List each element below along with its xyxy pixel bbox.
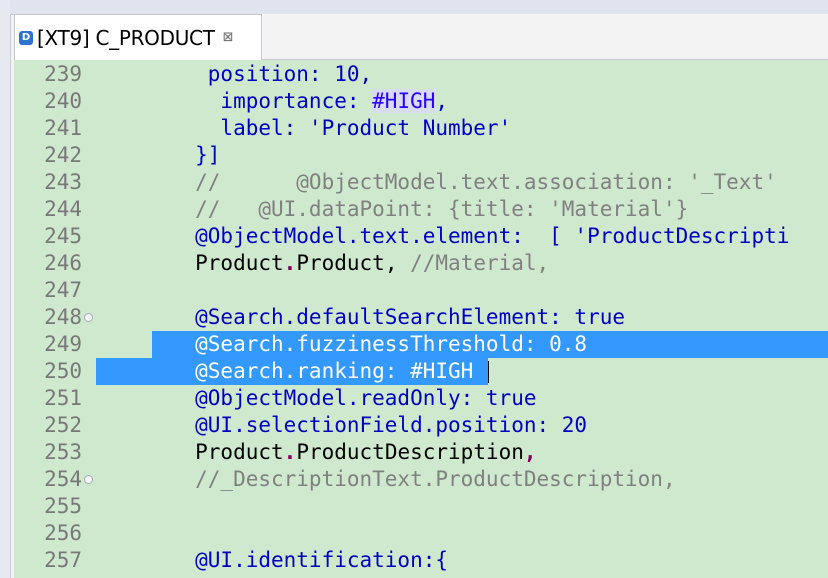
line-number: 252	[44, 413, 82, 437]
code-line[interactable]: 248 @Search.defaultSearchElement: true	[14, 304, 828, 331]
code-text: label: 'Product Number'	[94, 116, 512, 140]
line-number: 255	[44, 494, 82, 518]
code-text: position: 10,	[94, 62, 373, 86]
text-caret	[488, 361, 489, 383]
code-line[interactable]: 246 Product.Product, //Material,	[14, 250, 828, 277]
code-text: }]	[94, 143, 221, 167]
fold-toggle-icon[interactable]	[84, 475, 93, 484]
ddl-source-icon: D	[19, 30, 33, 45]
code-line[interactable]: 239 position: 10,	[14, 61, 828, 88]
code-text: @Search.ranking: #HIGH	[94, 359, 474, 383]
code-text: Product.Product, //Material,	[94, 251, 550, 275]
editor-tab-c-product[interactable]: D [XT9] C_PRODUCT ⊠	[14, 14, 262, 60]
code-line[interactable]: 245 @ObjectModel.text.element: [ 'Produc…	[14, 223, 828, 250]
code-line[interactable]: 244 // @UI.dataPoint: {title: 'Material'…	[14, 196, 828, 223]
code-text: @UI.selectionField.position: 20	[94, 413, 588, 437]
code-text: //_DescriptionText.ProductDescription,	[94, 467, 676, 491]
line-number: 254	[44, 467, 82, 491]
code-line[interactable]: 242 }]	[14, 142, 828, 169]
line-number: 244	[44, 197, 82, 221]
code-text: // @ObjectModel.text.association: '_Text…	[94, 170, 777, 194]
code-text: @UI.identification:{	[94, 548, 449, 572]
code-line[interactable]: 254 //_DescriptionText.ProductDescriptio…	[14, 466, 828, 493]
editor-tab-title: [XT9] C_PRODUCT	[37, 25, 215, 50]
line-number: 245	[44, 224, 82, 248]
line-number: 239	[44, 62, 82, 86]
editor-area-header	[10, 0, 828, 15]
line-number: 257	[44, 548, 82, 572]
code-line[interactable]: 256	[14, 520, 828, 547]
line-number: 240	[44, 89, 82, 113]
line-number: 241	[44, 116, 82, 140]
left-window-border	[0, 0, 11, 578]
code-line[interactable]: 241 label: 'Product Number'	[14, 115, 828, 142]
code-line[interactable]: 250 @Search.ranking: #HIGH	[14, 358, 828, 385]
tab-bar	[262, 14, 828, 60]
code-text: Product.ProductDescription,	[94, 440, 537, 464]
code-text: // @UI.dataPoint: {title: 'Material'}	[94, 197, 689, 221]
fold-toggle-icon[interactable]	[84, 313, 93, 322]
line-number: 248	[44, 305, 82, 329]
code-line[interactable]: 251 @ObjectModel.readOnly: true	[14, 385, 828, 412]
code-text: @ObjectModel.text.element: [ 'ProductDes…	[94, 224, 790, 248]
code-area[interactable]: 239 position: 10, 240 importance: #HIGH, 2…	[14, 60, 828, 578]
line-number: 253	[44, 440, 82, 464]
line-number: 243	[44, 170, 82, 194]
line-number: 246	[44, 251, 82, 275]
code-line[interactable]: 243 // @ObjectModel.text.association: '_…	[14, 169, 828, 196]
code-line[interactable]: 253 Product.ProductDescription,	[14, 439, 828, 466]
line-number: 250	[44, 359, 82, 383]
code-text: @Search.defaultSearchElement: true	[94, 305, 626, 329]
code-line[interactable]: 252 @UI.selectionField.position: 20	[14, 412, 828, 439]
line-number: 242	[44, 143, 82, 167]
code-text: @Search.fuzzinessThreshold: 0.8	[94, 332, 588, 356]
code-line[interactable]: 247	[14, 277, 828, 304]
line-number: 256	[44, 521, 82, 545]
line-number: 249	[44, 332, 82, 356]
code-text: @ObjectModel.readOnly: true	[94, 386, 537, 410]
code-editor[interactable]: 239 position: 10, 240 importance: #HIGH, 2…	[14, 60, 828, 578]
code-line[interactable]: 255	[14, 493, 828, 520]
code-line[interactable]: 249 @Search.fuzzinessThreshold: 0.8	[14, 331, 828, 358]
code-text: importance: #HIGH,	[94, 89, 449, 113]
code-line[interactable]: 257 @UI.identification:{	[14, 547, 828, 574]
line-number: 247	[44, 278, 82, 302]
line-number: 251	[44, 386, 82, 410]
close-icon[interactable]: ⊠	[223, 30, 234, 45]
code-line[interactable]: 240 importance: #HIGH,	[14, 88, 828, 115]
